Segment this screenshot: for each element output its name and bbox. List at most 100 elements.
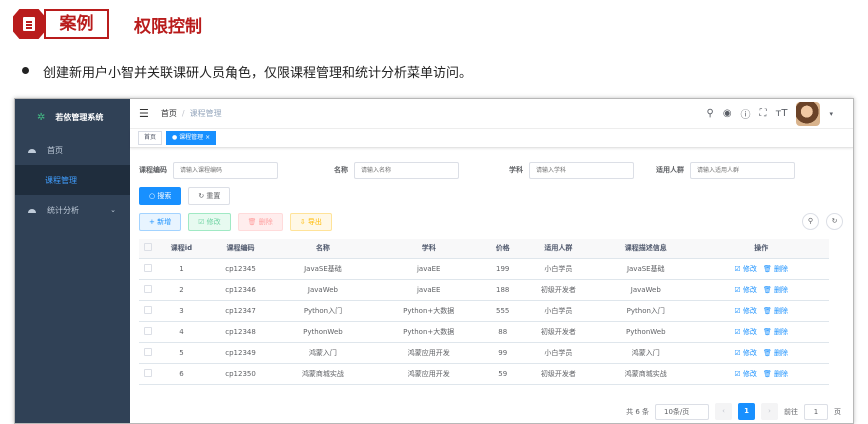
cell: 初级开发者 bbox=[518, 321, 599, 343]
cell: 59 bbox=[486, 363, 519, 385]
cell: 初级开发者 bbox=[518, 363, 599, 385]
tags-view: 首页 ● 课程管理 × bbox=[130, 129, 853, 148]
cell: 2 bbox=[157, 279, 206, 301]
row-checkbox[interactable] bbox=[139, 300, 158, 322]
search-toggle-button[interactable]: ⚲ bbox=[802, 213, 819, 230]
code-input[interactable] bbox=[173, 161, 278, 179]
cell: 鸿蒙入门 bbox=[598, 342, 694, 364]
cell: 555 bbox=[486, 300, 519, 322]
cell: 1 bbox=[157, 258, 206, 280]
row-checkbox[interactable] bbox=[139, 279, 158, 301]
logo[interactable]: ✲ 若依管理系统 bbox=[15, 99, 130, 135]
caret-down-icon[interactable]: ▾ bbox=[829, 110, 833, 118]
search-button[interactable]: ○ 搜索 bbox=[139, 187, 182, 205]
column-header: 操作 bbox=[693, 239, 829, 259]
row-checkbox[interactable] bbox=[139, 342, 158, 364]
subject-label: 学科 bbox=[509, 166, 523, 174]
table-header-row: 课程id 课程编码 名称 学科 价格 适用人群 课程描述信息 操作 bbox=[139, 239, 829, 259]
cell: JavaSE基础 bbox=[275, 258, 371, 280]
cell: JavaWeb bbox=[598, 279, 694, 301]
cell: javaEE bbox=[370, 258, 487, 280]
row-checkbox[interactable] bbox=[139, 321, 158, 343]
goto-page-input[interactable]: 1 bbox=[804, 403, 828, 420]
cell: 鸿蒙商城实战 bbox=[598, 363, 694, 385]
toolbar: + 新增 ☑ 修改 🗑 删除 ⇩ 导出 bbox=[139, 213, 844, 231]
cell: Python+大数据 bbox=[370, 321, 487, 343]
cell: 小白学员 bbox=[518, 258, 599, 280]
chevron-down-icon: ⌄ bbox=[110, 206, 116, 214]
row-edit-link[interactable]: ☑ 修改 bbox=[734, 370, 757, 378]
bullet-text: 创建新用户小智并关联课研人员角色，仅限课程管理和统计分析菜单访问。 bbox=[43, 66, 473, 81]
cell: 4 bbox=[157, 321, 206, 343]
actions-cell: ☑ 修改 🗑 删除 bbox=[693, 258, 829, 280]
row-checkbox[interactable] bbox=[139, 258, 158, 280]
column-header: 学科 bbox=[370, 239, 487, 259]
sidebar-item-stats[interactable]: 统计分析 ⌄ bbox=[15, 195, 130, 225]
cell: PythonWeb bbox=[275, 321, 371, 343]
column-header: 名称 bbox=[275, 239, 371, 259]
row-delete-link[interactable]: 🗑 删除 bbox=[763, 328, 788, 336]
row-delete-link[interactable]: 🗑 删除 bbox=[763, 349, 788, 357]
row-checkbox[interactable] bbox=[139, 363, 158, 385]
refresh-button[interactable]: ↻ bbox=[826, 213, 843, 230]
next-page-button[interactable]: › bbox=[761, 403, 778, 420]
question-icon[interactable]: ⓘ bbox=[741, 106, 751, 121]
main-area: ☰ 首页 / 课程管理 ⚲ ◉ ⓘ ⛶ ᴛT ▾ 首页 ● 课程管理 × 课程编… bbox=[130, 99, 853, 423]
row-delete-link[interactable]: 🗑 删除 bbox=[763, 370, 788, 378]
app-window: ✲ 若依管理系统 首页 课程管理 统计分析 ⌄ ☰ 首页 / 课程管理 ⚲ ◉ … bbox=[14, 98, 854, 424]
mouse-cursor-icon: ↖ bbox=[229, 70, 239, 83]
delete-button[interactable]: 🗑 删除 bbox=[237, 213, 283, 231]
row-edit-link[interactable]: ☑ 修改 bbox=[734, 286, 757, 294]
logo-text: 若依管理系统 bbox=[55, 112, 104, 122]
avatar[interactable] bbox=[796, 101, 821, 126]
github-icon[interactable]: ◉ bbox=[723, 108, 732, 119]
cell: javaEE bbox=[370, 279, 487, 301]
row-delete-link[interactable]: 🗑 删除 bbox=[763, 265, 788, 273]
prev-page-button[interactable]: ‹ bbox=[715, 403, 732, 420]
cell: Python+大数据 bbox=[370, 300, 487, 322]
subject-input[interactable] bbox=[529, 161, 634, 179]
cell: Python入门 bbox=[275, 300, 371, 322]
page-number-button[interactable]: 1 bbox=[738, 403, 755, 420]
row-edit-link[interactable]: ☑ 修改 bbox=[734, 328, 757, 336]
reset-button[interactable]: ↻ 重置 bbox=[188, 187, 231, 205]
cell: 初级开发者 bbox=[518, 279, 599, 301]
select-all-checkbox[interactable] bbox=[139, 239, 158, 259]
row-edit-link[interactable]: ☑ 修改 bbox=[734, 349, 757, 357]
cell: cp12346 bbox=[205, 279, 276, 301]
tab-home[interactable]: 首页 bbox=[138, 131, 163, 145]
row-edit-link[interactable]: ☑ 修改 bbox=[734, 307, 757, 315]
sidebar-item-course[interactable]: 课程管理 bbox=[15, 165, 130, 195]
search-icon[interactable]: ⚲ bbox=[706, 108, 713, 119]
sidebar-item-label: 首页 bbox=[47, 145, 63, 155]
add-button[interactable]: + 新增 bbox=[139, 213, 182, 231]
edit-button[interactable]: ☑ 修改 bbox=[188, 213, 231, 231]
hamburger-icon[interactable]: ☰ bbox=[139, 107, 149, 120]
sidebar-item-home[interactable]: 首页 bbox=[15, 135, 130, 165]
cell: Python入门 bbox=[598, 300, 694, 322]
actions-cell: ☑ 修改 🗑 删除 bbox=[693, 321, 829, 343]
row-delete-link[interactable]: 🗑 删除 bbox=[763, 286, 788, 294]
cell: 188 bbox=[486, 279, 519, 301]
name-input[interactable] bbox=[354, 161, 459, 179]
cell: cp12347 bbox=[205, 300, 276, 322]
row-delete-link[interactable]: 🗑 删除 bbox=[763, 307, 788, 315]
cell: 5 bbox=[157, 342, 206, 364]
table-row: 4 cp12348 PythonWeb Python+大数据 88 初级开发者 … bbox=[139, 321, 829, 343]
cell: 鸿蒙商城实战 bbox=[275, 363, 371, 385]
search-buttons: ○ 搜索 ↻ 重置 bbox=[139, 187, 844, 205]
export-button[interactable]: ⇩ 导出 bbox=[289, 213, 332, 231]
column-header: 适用人群 bbox=[518, 239, 599, 259]
row-edit-link[interactable]: ☑ 修改 bbox=[734, 265, 757, 273]
cell: JavaWeb bbox=[275, 279, 371, 301]
tab-course[interactable]: ● 课程管理 × bbox=[166, 131, 217, 145]
font-size-icon[interactable]: ᴛT bbox=[776, 108, 788, 119]
cell: cp12348 bbox=[205, 321, 276, 343]
fullscreen-icon[interactable]: ⛶ bbox=[760, 108, 767, 119]
people-input[interactable] bbox=[690, 161, 795, 179]
breadcrumb-home[interactable]: 首页 bbox=[161, 108, 177, 119]
cell: 6 bbox=[157, 363, 206, 385]
people-label: 适用人群 bbox=[656, 166, 684, 174]
page-size-select[interactable]: 10条/页 bbox=[655, 403, 709, 420]
column-header: 课程描述信息 bbox=[598, 239, 694, 259]
